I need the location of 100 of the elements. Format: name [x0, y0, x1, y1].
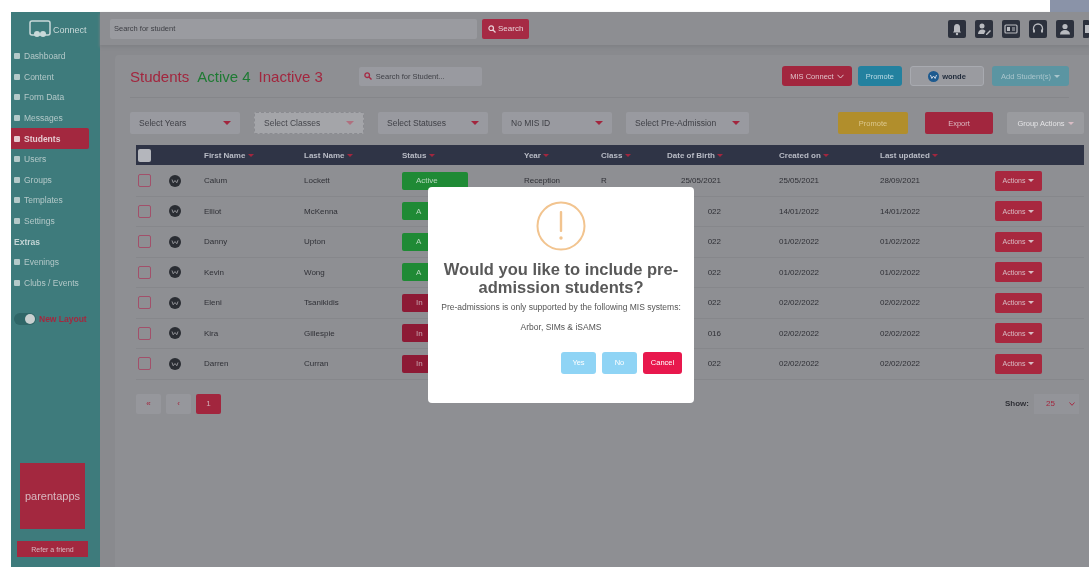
table-cell: 01/02/2022 [880, 267, 921, 277]
sort-icon [823, 153, 829, 157]
sort-icon [346, 153, 353, 157]
headset-icon[interactable] [1029, 19, 1047, 38]
page-size-select[interactable]: 25 [1034, 393, 1079, 414]
sidebar-item[interactable]: Templates [11, 190, 89, 211]
row-checkbox[interactable] [138, 174, 151, 188]
select-all-checkbox[interactable] [138, 148, 151, 162]
table-cell: Tsanikidis [304, 298, 339, 308]
circle-logo-icon [169, 205, 181, 218]
table-cell-text: 25/05/2021 [679, 176, 721, 186]
circle-logo-icon [169, 235, 181, 248]
table-cell: Upton [304, 237, 326, 247]
table-cell: Gillespie [304, 328, 335, 338]
table-cell: 28/09/2021 [880, 176, 921, 186]
table-cell: 02/02/2022 [880, 328, 921, 338]
table-cell-text: 016 [706, 328, 721, 338]
search-icon [488, 24, 496, 33]
caret-icon [1028, 179, 1035, 183]
row-checkbox[interactable] [138, 235, 151, 249]
page-title: Students [130, 67, 190, 85]
table-cell: Lockett [304, 176, 330, 186]
circle-logo-icon [169, 296, 181, 309]
column-header[interactable]: Year [524, 150, 550, 160]
table-cell: R [601, 176, 607, 186]
sidebar-item[interactable]: Users [11, 148, 89, 170]
user-icon[interactable] [1056, 19, 1074, 38]
sidebar-item[interactable]: Evenings [11, 251, 89, 273]
column-header[interactable]: Created on [779, 150, 829, 160]
row-checkbox[interactable] [138, 357, 151, 371]
filter-dropdown[interactable]: Select Years [130, 112, 240, 134]
caret-icon [1028, 270, 1035, 274]
table-cell: 14/01/2022 [779, 206, 820, 216]
filter-dropdown[interactable]: No MIS ID [502, 112, 612, 134]
status-badge: Active [402, 171, 468, 190]
column-header[interactable]: First Name [204, 150, 254, 160]
sidebar-item[interactable]: Clubs / Events [11, 272, 89, 294]
row-checkbox[interactable] [138, 326, 151, 340]
table-cell: Calum [204, 176, 228, 186]
table-cell: Kira [204, 328, 219, 338]
table-cell: 01/02/2022 [779, 267, 820, 277]
column-header[interactable]: Status [402, 150, 435, 160]
id-card-icon[interactable] [1002, 19, 1020, 38]
sidebar-item[interactable]: Dashboard [11, 46, 89, 67]
sidebar-item[interactable]: Form Data [11, 87, 89, 108]
circle-logo-icon [169, 357, 181, 370]
toolbar-icon[interactable] [1083, 19, 1089, 38]
page-button[interactable]: 1 [196, 393, 221, 414]
filter-dropdown[interactable]: Select Statuses [378, 112, 488, 134]
sort-icon [624, 153, 631, 157]
table-cell: Curran [304, 359, 329, 369]
toggle-switch[interactable] [14, 313, 36, 326]
table-cell-text: 022 [706, 206, 721, 216]
caret-icon [1028, 209, 1035, 213]
table-cell: 02/02/2022 [779, 359, 820, 369]
user-edit-icon[interactable] [975, 19, 993, 38]
section-label: Extras [13, 235, 41, 249]
sidebar-item[interactable]: Messages [11, 107, 89, 129]
sidebar-item[interactable]: Settings [11, 210, 89, 232]
column-header[interactable]: Last updated [880, 150, 938, 160]
table-cell: Kevin [204, 267, 224, 277]
column-header[interactable]: Last Name [304, 150, 353, 160]
circle-logo-icon [169, 266, 181, 279]
sidebar-item[interactable]: Content [11, 66, 89, 88]
table-cell: 25/05/2021 [779, 176, 820, 186]
table-cell: Elliot [204, 206, 222, 216]
sidebar-item[interactable]: Groups [11, 169, 89, 191]
sort-icon [543, 153, 550, 157]
caret-icon [1067, 121, 1074, 125]
search-button[interactable]: Search [482, 18, 530, 39]
sort-icon [247, 153, 254, 157]
page-button[interactable]: « [136, 393, 161, 414]
table-cell: Reception [524, 176, 561, 186]
filter-dropdown[interactable]: Select Pre-Admission [626, 112, 749, 134]
brand-logo: parentapps [20, 463, 85, 529]
column-header[interactable]: Date of Birth [667, 150, 724, 160]
sidebar-item[interactable]: Students [11, 128, 89, 149]
table-cell: Danny [204, 237, 228, 247]
circle-logo-icon [928, 70, 940, 82]
caret-icon [1028, 362, 1035, 366]
row-checkbox[interactable] [138, 296, 151, 310]
chevron-icon [1069, 401, 1075, 406]
table-cell: 01/02/2022 [779, 237, 820, 247]
chevron-icon [836, 73, 844, 79]
caret-icon [1028, 301, 1035, 305]
table-cell: Wong [304, 267, 325, 277]
page-button[interactable]: ‹ [166, 393, 191, 414]
dialog-text: Arbor, SIMs & iSAMS [520, 321, 602, 332]
warning-icon [536, 201, 586, 251]
sort-icon [428, 153, 435, 157]
row-checkbox[interactable] [138, 204, 151, 218]
table-cell: 02/02/2022 [779, 328, 820, 338]
caret-icon [1054, 74, 1060, 78]
circle-logo-icon [169, 174, 181, 187]
table-cell: Darren [204, 359, 229, 369]
table-cell: 01/02/2022 [880, 237, 921, 247]
table-cell: 02/02/2022 [880, 298, 921, 308]
column-header[interactable]: Class [601, 150, 631, 160]
bell-icon[interactable] [948, 19, 966, 38]
row-checkbox[interactable] [138, 265, 151, 279]
